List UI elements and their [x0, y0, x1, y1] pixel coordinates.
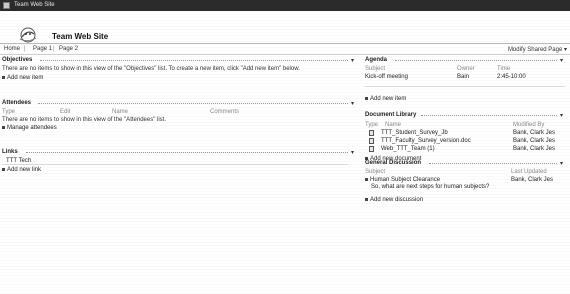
agenda-add-button[interactable]: Add new item	[365, 96, 406, 102]
discussion-row-subject[interactable]: Human Subject Clearance	[365, 177, 440, 183]
word-doc-icon	[369, 138, 374, 144]
nav-page-2[interactable]: Page 2	[59, 46, 78, 52]
library-col-modified[interactable]: Modified By	[513, 122, 544, 128]
window-title: Team Web Site	[14, 2, 55, 8]
attendees-title[interactable]: Attendees	[2, 100, 31, 106]
attendees-manage-label: Manage attendees	[7, 125, 57, 131]
modify-shared-page-menu[interactable]: Modify Shared Page ▾	[508, 46, 567, 53]
agenda-divider	[395, 60, 557, 61]
modify-label: Modify Shared Page	[507, 47, 563, 53]
discussion-col-subject[interactable]: Subject	[365, 169, 385, 175]
objectives-title[interactable]: Objectives	[2, 57, 32, 63]
agenda-title[interactable]: Agenda	[365, 57, 387, 63]
agenda-col-subject[interactable]: Subject	[365, 66, 385, 72]
library-title[interactable]: Document Library	[365, 112, 416, 118]
discussion-row-updated: Bank, Clark Jes	[511, 177, 554, 183]
bullet-icon	[365, 177, 368, 181]
library-divider	[421, 115, 557, 116]
links-row-divider	[2, 164, 348, 165]
nav-separator: |	[53, 46, 55, 52]
library-doc-modified: Bank, Clark Jes	[513, 146, 556, 152]
objectives-empty-text: There are no items to show in this view …	[2, 66, 300, 72]
discussion-menu-icon[interactable]: ▾	[560, 160, 563, 167]
agenda-col-owner[interactable]: Owner	[457, 66, 475, 72]
library-doc-name[interactable]: Web_TTT_Team (1)	[381, 146, 435, 152]
site-header: Team Web Site	[0, 11, 570, 44]
discussion-add-label: Add new discussion	[370, 197, 424, 203]
agenda-add-label: Add new item	[370, 96, 407, 102]
attendees-manage-button[interactable]: Manage attendees	[2, 125, 57, 131]
library-doc-name[interactable]: TTT_Faculty_Survey_version.doc	[381, 138, 471, 144]
library-doc-modified: Bank, Clark Jes	[513, 130, 556, 136]
app-icon	[3, 2, 10, 9]
word-doc-icon	[369, 146, 374, 152]
attendees-menu-icon[interactable]: ▾	[351, 100, 354, 107]
objectives-menu-icon[interactable]: ▾	[351, 57, 354, 64]
links-title[interactable]: Links	[2, 149, 18, 155]
discussion-title[interactable]: General Discussion	[365, 160, 421, 166]
nav-page-1[interactable]: Page 1	[33, 46, 52, 52]
window-titlebar: Team Web Site	[0, 0, 570, 11]
library-menu-icon[interactable]: ▾	[560, 112, 563, 119]
attendees-empty-text: There are no items to show in this view …	[2, 117, 167, 123]
library-doc-name[interactable]: TTT_Student_Survey_Jb	[381, 130, 448, 136]
library-col-name[interactable]: Name	[385, 122, 401, 128]
objectives-divider	[40, 60, 348, 61]
library-col-type[interactable]: Type	[365, 122, 378, 128]
links-divider	[26, 152, 348, 153]
attendees-col-name[interactable]: Name	[112, 109, 128, 115]
site-title: Team Web Site	[52, 32, 109, 41]
attendees-col-type[interactable]: Type	[2, 109, 15, 115]
top-nav: Home | Page 1 | Page 2 Modify Shared Pag…	[0, 45, 570, 55]
discussion-row-body: So, what are next steps for human subjec…	[371, 184, 490, 190]
agenda-row-subject[interactable]: Kick-off meeting	[365, 74, 408, 80]
agenda-row-owner: Bain	[457, 74, 470, 80]
attendees-col-comments[interactable]: Comments	[210, 109, 239, 115]
objectives-add-button[interactable]: Add new item	[2, 75, 43, 81]
agenda-col-time[interactable]: Time	[497, 66, 510, 72]
links-menu-icon[interactable]: ▾	[351, 149, 354, 156]
discussion-col-updated[interactable]: Last Updated	[511, 169, 547, 175]
library-doc-modified: Bank, Clark Jes	[513, 138, 556, 144]
bullet-icon	[2, 167, 5, 171]
team-site-logo-icon	[19, 27, 37, 43]
objectives-add-label: Add new item	[7, 75, 44, 81]
word-doc-icon	[369, 130, 374, 136]
bullet-icon	[2, 125, 5, 129]
discussion-divider	[429, 163, 557, 164]
agenda-menu-icon[interactable]: ▾	[560, 57, 563, 64]
discussion-add-button[interactable]: Add new discussion	[365, 197, 423, 203]
bullet-icon	[365, 96, 368, 100]
bullet-icon	[2, 75, 5, 79]
links-add-label: Add new link	[7, 167, 42, 173]
discussion-subject-label: Human Subject Clearance	[370, 177, 441, 183]
attendees-col-edit[interactable]: Edit	[60, 109, 70, 115]
nav-separator: |	[24, 46, 26, 52]
agenda-row-divider	[365, 86, 565, 87]
bullet-icon	[365, 197, 368, 201]
attendees-divider	[38, 103, 348, 104]
links-add-button[interactable]: Add new link	[2, 167, 41, 173]
agenda-row-time: 2:45-10:00	[497, 74, 526, 80]
nav-home[interactable]: Home	[4, 46, 20, 52]
